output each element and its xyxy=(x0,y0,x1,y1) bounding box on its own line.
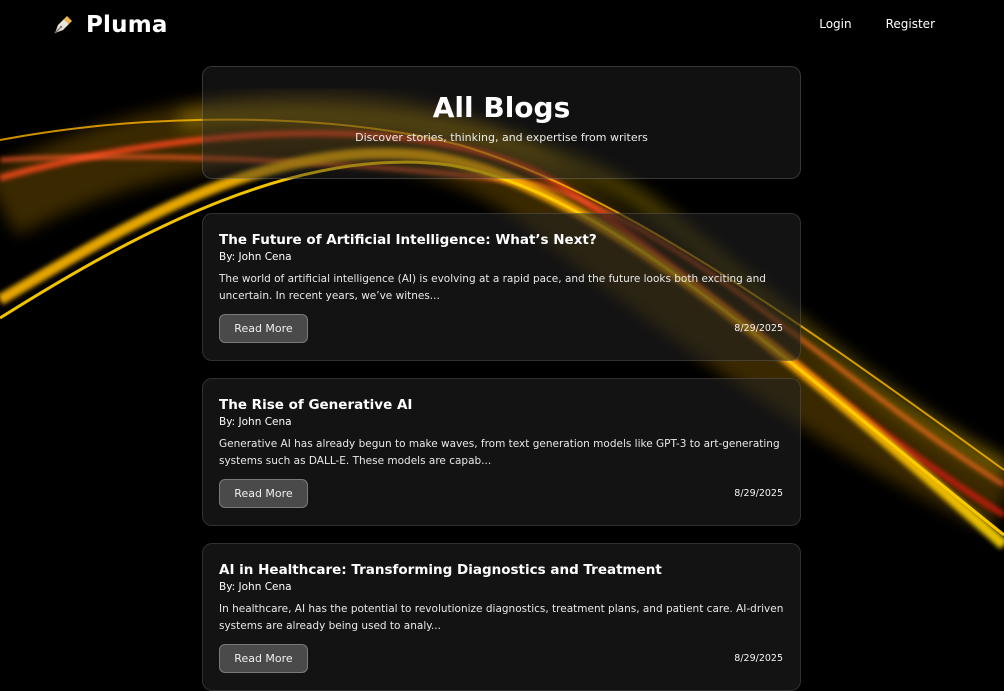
page-title: All Blogs xyxy=(432,91,571,124)
auth-links: Login Register xyxy=(819,17,935,31)
blog-card: AI in Healthcare: Transforming Diagnosti… xyxy=(202,543,801,691)
top-navbar: Pluma Login Register xyxy=(0,0,1004,52)
page-subtitle: Discover stories, thinking, and expertis… xyxy=(355,131,648,144)
read-more-button[interactable]: Read More xyxy=(219,644,308,673)
page-header-card: All Blogs Discover stories, thinking, an… xyxy=(202,66,801,179)
read-more-button[interactable]: Read More xyxy=(219,314,308,343)
blog-date: 8/29/2025 xyxy=(734,323,783,334)
blog-list: All Blogs Discover stories, thinking, an… xyxy=(202,66,801,691)
blog-card: The Future of Artificial Intelligence: W… xyxy=(202,213,801,361)
blog-excerpt: The world of artificial intelligence (AI… xyxy=(219,273,766,302)
blog-author: By: John Cena xyxy=(219,251,292,263)
blog-title[interactable]: The Rise of Generative AI xyxy=(219,396,784,414)
brand-logo-link[interactable]: Pluma xyxy=(51,12,168,38)
login-link[interactable]: Login xyxy=(819,17,851,31)
brand-name: Pluma xyxy=(86,12,168,38)
blog-card: The Rise of Generative AI By: John Cena … xyxy=(202,378,801,526)
register-link[interactable]: Register xyxy=(886,17,935,31)
blog-author: By: John Cena xyxy=(219,581,292,593)
blog-excerpt: In healthcare, AI has the potential to r… xyxy=(219,603,784,632)
blog-excerpt: Generative AI has already begun to make … xyxy=(219,438,780,467)
blog-title[interactable]: AI in Healthcare: Transforming Diagnosti… xyxy=(219,561,784,579)
blog-date: 8/29/2025 xyxy=(734,653,783,664)
blog-author: By: John Cena xyxy=(219,416,292,428)
read-more-button[interactable]: Read More xyxy=(219,479,308,508)
blog-date: 8/29/2025 xyxy=(734,488,783,499)
blog-title[interactable]: The Future of Artificial Intelligence: W… xyxy=(219,231,784,249)
pen-nib-icon xyxy=(54,16,72,34)
